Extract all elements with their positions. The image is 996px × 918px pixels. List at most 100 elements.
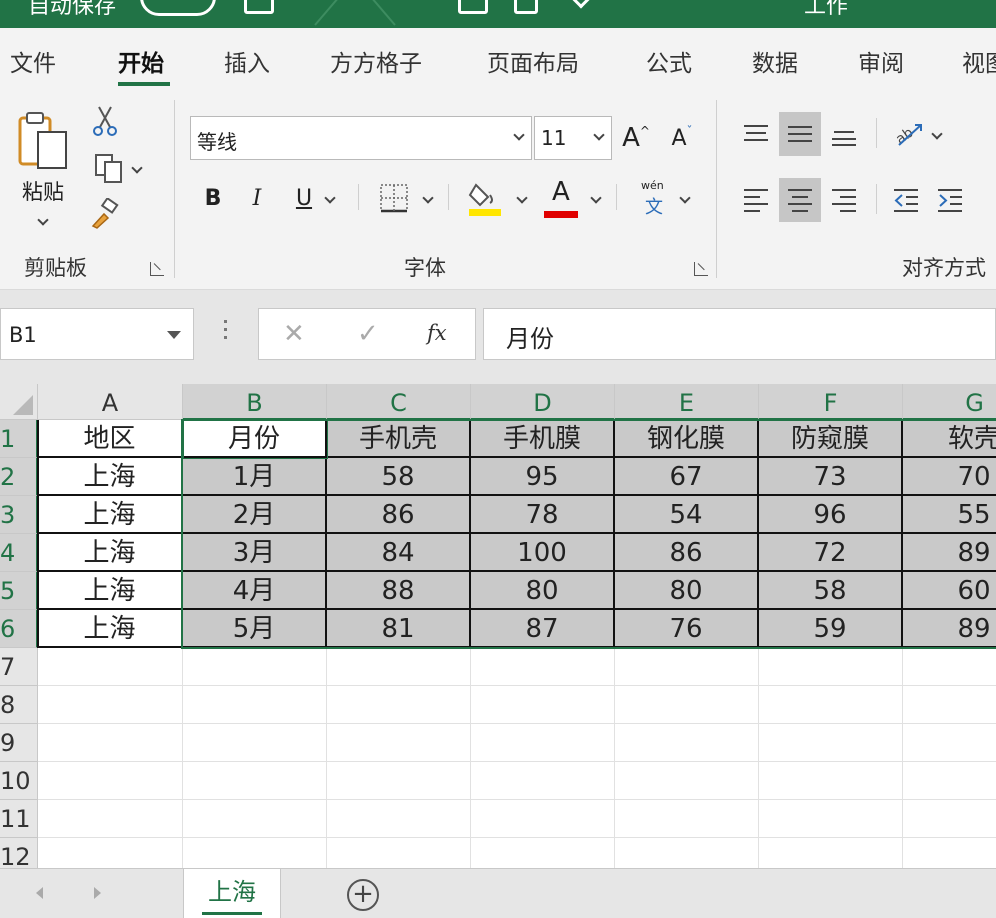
clipboard-launcher-icon[interactable]: [150, 262, 164, 276]
formula-input[interactable]: 月份: [483, 308, 996, 360]
font-size-combobox[interactable]: 11: [534, 116, 612, 160]
row-header-1[interactable]: 1: [0, 420, 38, 458]
font-color-button[interactable]: A: [538, 174, 606, 222]
row-header-8[interactable]: 8: [0, 686, 38, 724]
name-box[interactable]: B1: [0, 308, 194, 360]
cell-g11[interactable]: [903, 800, 996, 838]
cell-d2[interactable]: 95: [471, 458, 615, 496]
cell-f6[interactable]: 59: [759, 610, 903, 648]
formula-bar-grip-icon[interactable]: [224, 320, 228, 344]
cell-f8[interactable]: [759, 686, 903, 724]
tab-formulas[interactable]: 公式: [646, 44, 692, 78]
cell-f2[interactable]: 73: [759, 458, 903, 496]
tab-review[interactable]: 审阅: [858, 44, 904, 78]
fill-color-button[interactable]: [462, 174, 530, 222]
cell-c3[interactable]: 86: [327, 496, 471, 534]
cell-e1[interactable]: 钢化膜: [615, 420, 759, 458]
cell-e9[interactable]: [615, 724, 759, 762]
shrink-font-button[interactable]: Aˇ: [664, 118, 700, 158]
cell-b6[interactable]: 5月: [183, 610, 327, 648]
align-right-button[interactable]: [824, 178, 864, 222]
copy-button[interactable]: [86, 150, 148, 186]
increase-indent-button[interactable]: [930, 178, 970, 222]
paste-dropdown-chevron-icon[interactable]: [37, 214, 49, 226]
cell-g4[interactable]: 89: [903, 534, 996, 572]
cell-c1[interactable]: 手机壳: [327, 420, 471, 458]
cell-g6[interactable]: 89: [903, 610, 996, 648]
cell-a9[interactable]: [38, 724, 183, 762]
enter-icon[interactable]: ✓: [357, 319, 379, 349]
font-color-chevron-icon[interactable]: [590, 192, 602, 204]
font-launcher-icon[interactable]: [694, 262, 708, 276]
cell-c8[interactable]: [327, 686, 471, 724]
cell-g9[interactable]: [903, 724, 996, 762]
cell-a11[interactable]: [38, 800, 183, 838]
cell-g1[interactable]: 软壳: [903, 420, 996, 458]
column-header-f[interactable]: F: [759, 384, 903, 420]
cell-a10[interactable]: [38, 762, 183, 800]
cell-a3[interactable]: 上海: [38, 496, 183, 534]
column-header-e[interactable]: E: [615, 384, 759, 420]
row-header-9[interactable]: 9: [0, 724, 38, 762]
cancel-icon[interactable]: ✕: [283, 319, 305, 349]
cell-d6[interactable]: 87: [471, 610, 615, 648]
cell-g3[interactable]: 55: [903, 496, 996, 534]
column-header-g[interactable]: G: [903, 384, 996, 420]
cell-b4[interactable]: 3月: [183, 534, 327, 572]
cell-a6[interactable]: 上海: [38, 610, 183, 648]
row-header-4[interactable]: 4: [0, 534, 38, 572]
cell-e7[interactable]: [615, 648, 759, 686]
cell-c6[interactable]: 81: [327, 610, 471, 648]
next-sheet-arrow-icon[interactable]: [94, 887, 101, 899]
italic-button[interactable]: I: [240, 178, 274, 218]
cell-b5[interactable]: 4月: [183, 572, 327, 610]
tab-fangfang[interactable]: 方方格子: [330, 44, 422, 78]
format-painter-button[interactable]: [86, 196, 122, 232]
column-header-d[interactable]: D: [471, 384, 615, 420]
align-top-button[interactable]: [736, 112, 776, 156]
orientation-button[interactable]: ab: [886, 112, 948, 156]
cell-f1[interactable]: 防窥膜: [759, 420, 903, 458]
cell-d12[interactable]: [471, 838, 615, 868]
grow-font-button[interactable]: A ^: [618, 118, 654, 158]
cell-a8[interactable]: [38, 686, 183, 724]
cell-e10[interactable]: [615, 762, 759, 800]
name-box-dropdown-icon[interactable]: [167, 331, 181, 339]
cell-b8[interactable]: [183, 686, 327, 724]
column-header-a[interactable]: A: [38, 384, 183, 420]
cell-f12[interactable]: [759, 838, 903, 868]
row-header-12[interactable]: 12: [0, 838, 38, 868]
cell-e11[interactable]: [615, 800, 759, 838]
add-sheet-button[interactable]: +: [347, 879, 379, 911]
cell-g7[interactable]: [903, 648, 996, 686]
cell-e6[interactable]: 76: [615, 610, 759, 648]
worksheet-grid[interactable]: A B C D E F G 1 地区 月份 手机壳 手机膜 钢化膜 防窥膜 软壳 2 上海 1月 58 95 67 73 7…: [0, 384, 996, 868]
cell-f11[interactable]: [759, 800, 903, 838]
insert-function-icon[interactable]: fx: [427, 321, 447, 345]
autosave-toggle[interactable]: [140, 0, 216, 16]
decrease-indent-button[interactable]: [886, 178, 926, 222]
row-header-6[interactable]: 6: [0, 610, 38, 648]
tab-home[interactable]: 开始: [118, 44, 164, 78]
row-header-5[interactable]: 5: [0, 572, 38, 610]
phonetic-chevron-icon[interactable]: [679, 192, 691, 204]
orientation-chevron-icon[interactable]: [931, 128, 943, 140]
cell-e2[interactable]: 67: [615, 458, 759, 496]
cell-g5[interactable]: 60: [903, 572, 996, 610]
cell-d10[interactable]: [471, 762, 615, 800]
cell-e4[interactable]: 86: [615, 534, 759, 572]
cell-d9[interactable]: [471, 724, 615, 762]
tab-view[interactable]: 视图: [962, 44, 996, 78]
cell-d1[interactable]: 手机膜: [471, 420, 615, 458]
cell-g12[interactable]: [903, 838, 996, 868]
tab-page-layout[interactable]: 页面布局: [487, 44, 579, 78]
align-bottom-button[interactable]: [824, 112, 864, 156]
cell-g10[interactable]: [903, 762, 996, 800]
cell-b12[interactable]: [183, 838, 327, 868]
new-file-icon[interactable]: [514, 0, 538, 14]
cut-button[interactable]: [88, 104, 122, 138]
cell-d4[interactable]: 100: [471, 534, 615, 572]
cell-f4[interactable]: 72: [759, 534, 903, 572]
bold-button[interactable]: B: [196, 178, 230, 218]
copy-dropdown-chevron-icon[interactable]: [131, 162, 143, 174]
